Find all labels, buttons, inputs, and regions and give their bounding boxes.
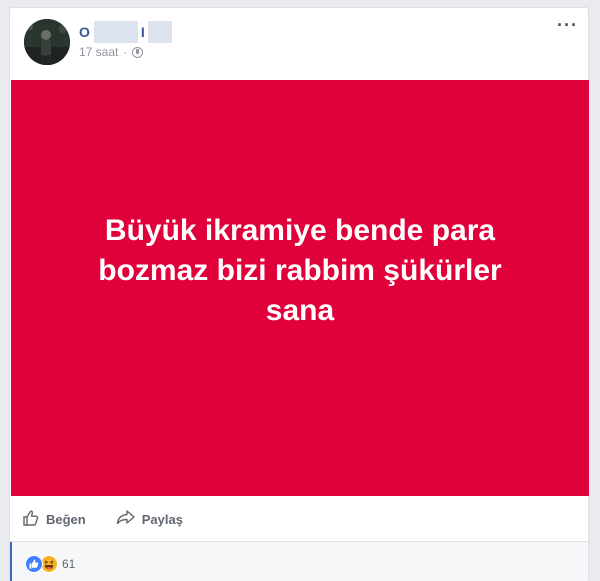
like-label: Beğen <box>46 511 86 527</box>
share-button[interactable]: Paylaş <box>116 509 183 530</box>
redacted-block <box>93 21 138 43</box>
share-arrow-icon <box>116 509 136 530</box>
post-actions: Beğen Paylaş <box>22 505 183 533</box>
reactions-summary[interactable]: 61 <box>25 555 75 573</box>
reaction-count: 61 <box>62 557 76 571</box>
post-card: O I 17 saat · ··· Büyük ikramiye bende p… <box>9 7 589 581</box>
like-button[interactable]: Beğen <box>22 509 86 530</box>
post-text: Büyük ikramiye bende para bozmaz bizi ra… <box>98 214 502 327</box>
author-avatar[interactable] <box>24 19 70 65</box>
post-timestamp[interactable]: 17 saat <box>79 45 118 59</box>
author-name[interactable]: O I <box>79 20 172 44</box>
meta-separator: · <box>123 45 128 59</box>
reactions-footer: 61 <box>10 542 588 581</box>
globe-icon[interactable] <box>132 46 144 58</box>
more-options-icon[interactable]: ··· <box>557 16 578 34</box>
author-name-mid[interactable]: I <box>141 24 145 40</box>
redacted-block <box>147 21 172 43</box>
text-post-background: Büyük ikramiye bende para bozmaz bizi ra… <box>11 80 589 496</box>
author-name-start[interactable]: O <box>79 24 90 40</box>
post-meta: 17 saat · <box>79 45 144 59</box>
like-reaction-icon <box>25 555 43 573</box>
thumbs-up-icon <box>22 509 40 530</box>
share-label: Paylaş <box>141 511 183 527</box>
